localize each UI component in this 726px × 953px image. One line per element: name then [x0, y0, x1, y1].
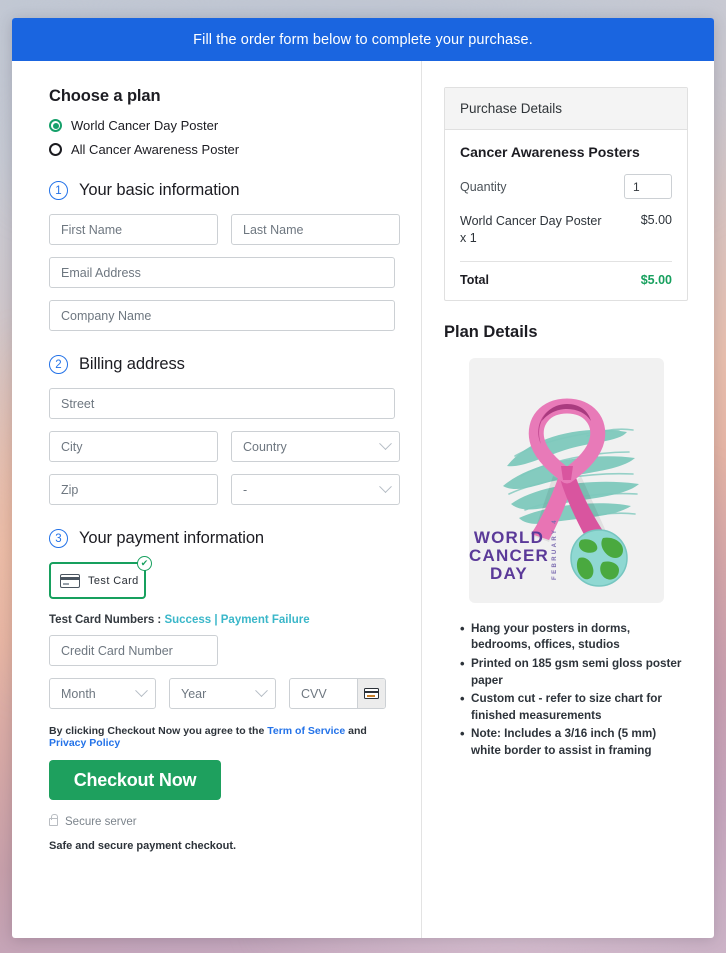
- city-country-row: City Country: [49, 431, 400, 462]
- top-banner: Fill the order form below to complete yo…: [12, 18, 714, 61]
- list-item: Note: Includes a 3/16 inch (5 mm) white …: [460, 725, 688, 759]
- step-number-badge: 2: [49, 355, 68, 374]
- city-input[interactable]: City: [49, 431, 218, 462]
- chevron-down-icon: [379, 480, 392, 494]
- company-name-input[interactable]: Company Name: [49, 300, 395, 331]
- world-cancer-day-poster-graphic: WORLD CANCER DAY FEBRUARY 4: [469, 398, 639, 587]
- radio-selected-icon[interactable]: [49, 119, 62, 132]
- step-3-header: 3 Your payment information: [49, 529, 395, 548]
- total-row: Total $5.00: [460, 273, 672, 287]
- plan-features-list: Hang your posters in dorms, bedrooms, of…: [460, 620, 688, 760]
- terms-prefix: By clicking Checkout Now you agree to th…: [49, 725, 268, 737]
- cvv-input-group[interactable]: CVV: [289, 678, 386, 709]
- first-name-input[interactable]: First Name: [49, 214, 218, 245]
- safe-payment-note: Safe and secure payment checkout.: [49, 840, 237, 852]
- secure-server-label: Secure server: [65, 816, 137, 828]
- test-card-numbers-row: Test Card Numbers : Success | Payment Fa…: [49, 614, 395, 626]
- purchase-details-title: Purchase Details: [445, 88, 687, 130]
- secure-server-row: Secure server: [49, 814, 395, 828]
- list-item: Printed on 185 gsm semi gloss poster pap…: [460, 655, 688, 689]
- month-select-value: Month: [61, 686, 96, 701]
- country-select[interactable]: Country: [231, 431, 400, 462]
- terms-middle: and: [345, 725, 367, 737]
- step-2-header: 2 Billing address: [49, 355, 395, 374]
- month-select[interactable]: Month: [49, 678, 156, 709]
- credit-card-number-input[interactable]: Credit Card Number: [49, 635, 218, 666]
- payment-failure-link[interactable]: Payment Failure: [221, 614, 310, 626]
- chevron-down-icon: [379, 437, 392, 451]
- poster-preview-image: WORLD CANCER DAY FEBRUARY 4: [468, 357, 664, 603]
- quantity-label: Quantity: [460, 179, 507, 194]
- divider: [460, 260, 672, 262]
- product-title: Cancer Awareness Posters: [460, 144, 640, 160]
- zip-input[interactable]: Zip: [49, 474, 218, 505]
- company-row: Company Name: [49, 300, 395, 331]
- quantity-input[interactable]: 1: [624, 174, 672, 199]
- privacy-policy-link[interactable]: Privacy Policy: [49, 737, 120, 749]
- test-card-numbers-label: Test Card Numbers :: [49, 614, 165, 626]
- purchase-details-body: Cancer Awareness Posters Quantity 1 Worl…: [445, 130, 687, 300]
- choose-plan-heading: Choose a plan: [49, 87, 161, 105]
- chevron-down-icon: [135, 684, 148, 698]
- step-title: Your basic information: [79, 181, 240, 199]
- plan-option-all-cancer-awareness[interactable]: All Cancer Awareness Poster: [49, 142, 395, 157]
- line-item-name: World Cancer Day Poster x 1: [460, 214, 602, 245]
- svg-text:CANCER: CANCER: [469, 546, 549, 565]
- test-card-method-button[interactable]: Test Card ✔: [49, 556, 152, 599]
- year-select-value: Year: [181, 686, 207, 701]
- credit-card-row: Credit Card Number: [49, 635, 395, 666]
- year-select[interactable]: Year: [169, 678, 276, 709]
- line-item-price: $5.00: [640, 213, 672, 227]
- total-label: Total: [460, 272, 489, 287]
- plan-details-heading: Plan Details: [444, 322, 538, 341]
- terms-text: By clicking Checkout Now you agree to th…: [49, 725, 395, 749]
- test-card-label: Test Card: [88, 574, 139, 587]
- svg-text:WORLD: WORLD: [473, 528, 543, 547]
- street-row: Street: [49, 388, 395, 419]
- content-columns: Choose a plan World Cancer Day Poster Al…: [12, 61, 714, 938]
- svg-text:DAY: DAY: [490, 564, 528, 583]
- plan-option-world-cancer-day[interactable]: World Cancer Day Poster: [49, 118, 395, 133]
- street-input[interactable]: Street: [49, 388, 395, 419]
- chevron-down-icon: [255, 684, 268, 698]
- radio-unselected-icon[interactable]: [49, 143, 62, 156]
- quantity-row: Quantity 1: [460, 174, 672, 199]
- step-number-badge: 3: [49, 529, 68, 548]
- terms-of-service-link[interactable]: Term of Service: [267, 725, 345, 737]
- cvv-input[interactable]: CVV: [290, 687, 357, 701]
- plan-option-label: World Cancer Day Poster: [71, 118, 219, 133]
- total-value: $5.00: [640, 272, 672, 287]
- country-select-value: Country: [243, 439, 287, 454]
- success-link[interactable]: Success: [164, 614, 211, 626]
- name-row: First Name Last Name: [49, 214, 400, 245]
- email-input[interactable]: Email Address: [49, 257, 395, 288]
- checkout-page-card: Fill the order form below to complete yo…: [12, 18, 714, 938]
- step-number-badge: 1: [49, 181, 68, 200]
- order-form-column: Choose a plan World Cancer Day Poster Al…: [12, 61, 422, 938]
- list-item: Custom cut - refer to size chart for fin…: [460, 690, 688, 724]
- banner-text: Fill the order form below to complete yo…: [193, 31, 533, 48]
- purchase-details-panel: Purchase Details Cancer Awareness Poster…: [444, 87, 688, 301]
- credit-card-icon: [60, 573, 80, 588]
- checkout-now-button[interactable]: Checkout Now: [49, 760, 221, 800]
- step-1-header: 1 Your basic information: [49, 181, 395, 200]
- state-select-value: -: [243, 482, 248, 497]
- cvv-card-icon: [357, 679, 385, 708]
- line-item-row: World Cancer Day Poster x 1 $5.00: [460, 213, 672, 247]
- zip-state-row: Zip -: [49, 474, 400, 505]
- plan-option-label: All Cancer Awareness Poster: [71, 142, 240, 157]
- email-row: Email Address: [49, 257, 395, 288]
- svg-text:FEBRUARY 4: FEBRUARY 4: [552, 518, 558, 580]
- check-circle-icon: ✔: [137, 556, 152, 571]
- state-select[interactable]: -: [231, 474, 400, 505]
- list-item: Hang your posters in dorms, bedrooms, of…: [460, 620, 688, 654]
- link-separator: |: [211, 614, 221, 626]
- step-title: Your payment information: [79, 529, 265, 547]
- expiry-cvv-row: Month Year CVV: [49, 678, 395, 709]
- lock-icon: [49, 814, 58, 826]
- summary-column: Purchase Details Cancer Awareness Poster…: [422, 61, 714, 938]
- last-name-input[interactable]: Last Name: [231, 214, 400, 245]
- step-title: Billing address: [79, 355, 185, 373]
